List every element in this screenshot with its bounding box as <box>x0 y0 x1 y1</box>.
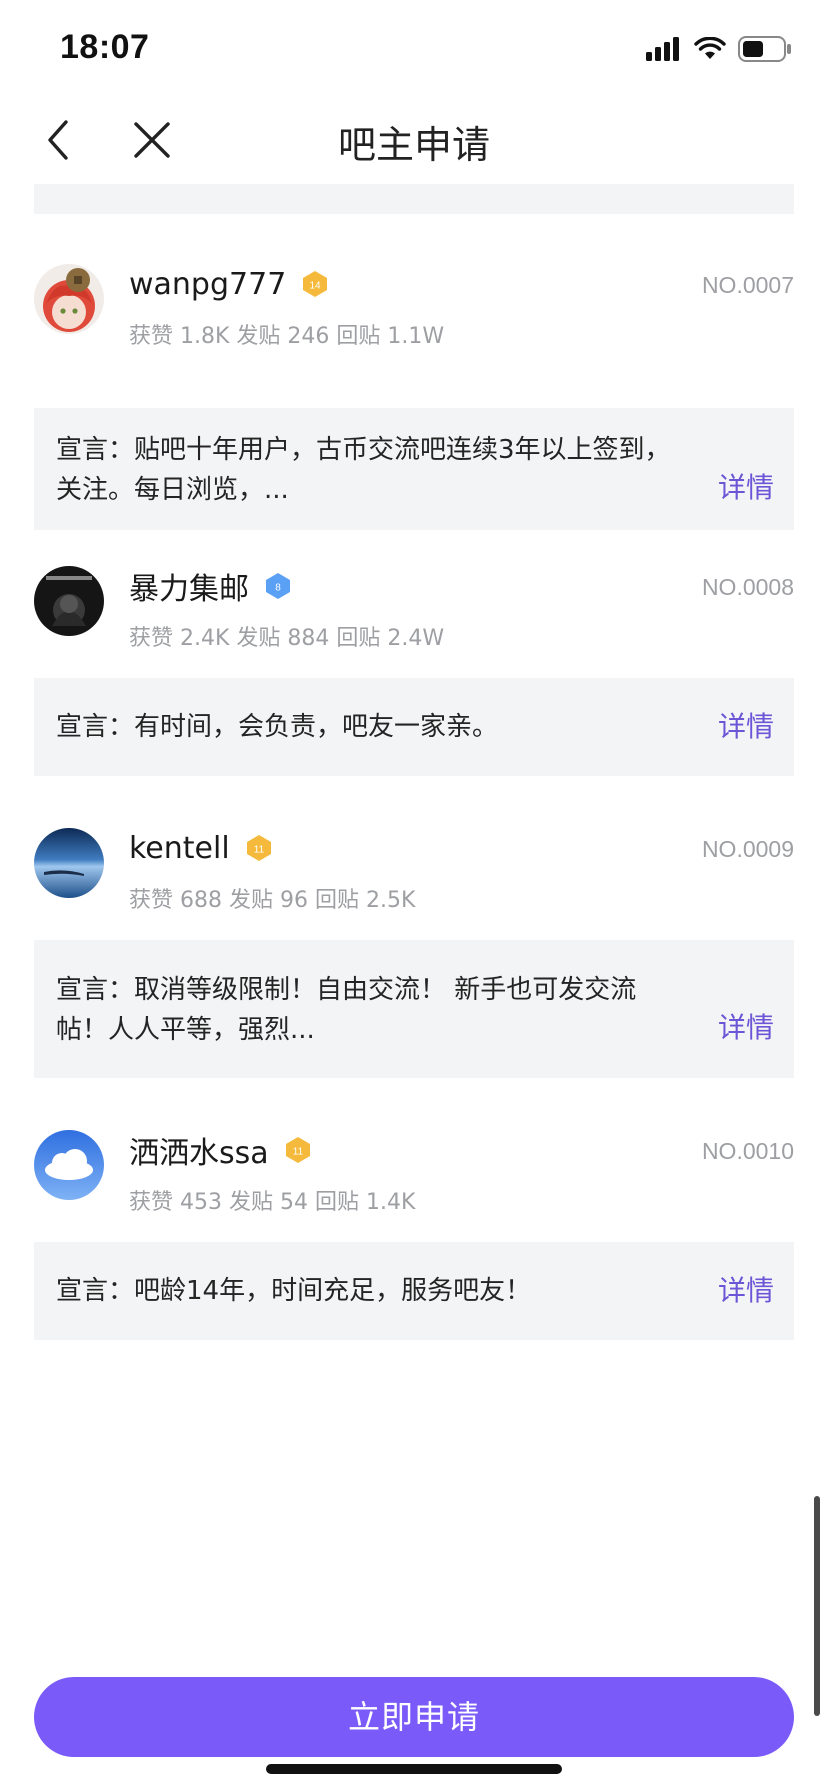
detail-link[interactable]: 详情 <box>718 707 774 747</box>
avatar-image <box>34 264 104 334</box>
cellular-signal-icon <box>646 37 679 61</box>
level-diamond-icon: 11 <box>246 835 271 861</box>
user-stats: 获赞 688 发贴 96 回贴 2.5K <box>129 888 416 913</box>
nav-bar: 吧主申请 <box>0 96 828 184</box>
level-diamond-icon: 11 <box>285 1137 310 1163</box>
declaration-box[interactable]: 宣言：贴吧十年用户，古币交流吧连续3年以上签到，关注。每日浏览，... 详情 <box>34 408 794 530</box>
avatar[interactable] <box>34 566 104 636</box>
detail-link[interactable]: 详情 <box>718 1271 774 1311</box>
level-badge: 11 <box>283 1135 313 1165</box>
level-number: 11 <box>253 845 264 856</box>
battery-icon <box>738 36 791 62</box>
name-row: kentell 11 <box>129 828 274 868</box>
avatar-image <box>34 1130 104 1200</box>
status-bar: 18:07 <box>0 0 828 96</box>
declaration-box[interactable]: 宣言：吧龄14年，时间充足，服务吧友！ 详情 <box>34 1242 794 1340</box>
username[interactable]: kentell <box>129 831 230 866</box>
level-gem-icon: 8 <box>266 573 290 599</box>
name-row: wanpg777 14 <box>129 264 330 304</box>
avatar-image <box>34 828 104 898</box>
application-number: NO.0007 <box>701 272 794 298</box>
declaration-text: 宣言：取消等级限制！自由交流！ 新手也可发交流帖！人人平等，强烈... <box>56 975 637 1045</box>
level-number: 11 <box>292 1147 303 1158</box>
level-badge: 11 <box>244 833 274 863</box>
application-number: NO.0009 <box>701 836 794 862</box>
previous-declaration-box <box>34 184 794 214</box>
level-number: 8 <box>275 583 281 594</box>
username[interactable]: wanpg777 <box>129 267 286 302</box>
user-stats: 获赞 453 发贴 54 回贴 1.4K <box>129 1190 416 1215</box>
name-row: 洒洒水ssa 11 <box>129 1128 313 1172</box>
application-number: NO.0010 <box>701 1138 794 1164</box>
detail-link[interactable]: 详情 <box>718 1008 774 1048</box>
name-row: 暴力集邮 8 <box>129 564 293 608</box>
avatar-image <box>34 566 104 636</box>
status-icons <box>646 34 792 64</box>
apply-now-button[interactable]: 立即申请 <box>34 1677 794 1757</box>
detail-link[interactable]: 详情 <box>718 468 774 508</box>
wifi-icon <box>694 37 726 59</box>
level-number: 14 <box>310 281 322 292</box>
level-diamond-icon: 14 <box>303 271 328 297</box>
application-number: NO.0008 <box>701 574 794 600</box>
username[interactable]: 洒洒水ssa <box>129 1128 269 1172</box>
declaration-text: 宣言：有时间，会负责，吧友一家亲。 <box>56 712 499 742</box>
avatar[interactable] <box>34 264 104 334</box>
user-stats: 获赞 1.8K 发贴 246 回贴 1.1W <box>129 324 445 349</box>
declaration-box[interactable]: 宣言：取消等级限制！自由交流！ 新手也可发交流帖！人人平等，强烈... 详情 <box>34 940 794 1078</box>
level-badge: 8 <box>263 571 293 601</box>
username[interactable]: 暴力集邮 <box>129 564 249 608</box>
page-title: 吧主申请 <box>337 123 490 167</box>
user-stats: 获赞 2.4K 发贴 884 回贴 2.4W <box>129 626 445 651</box>
avatar[interactable] <box>34 1130 104 1200</box>
status-time: 18:07 <box>60 28 150 66</box>
declaration-text: 宣言：吧龄14年，时间充足，服务吧友！ <box>56 1276 532 1306</box>
declaration-box[interactable]: 宣言：有时间，会负责，吧友一家亲。 详情 <box>34 678 794 776</box>
scrollbar[interactable] <box>814 1496 820 1716</box>
level-badge: 14 <box>300 269 330 299</box>
avatar[interactable] <box>34 828 104 898</box>
declaration-text: 宣言：贴吧十年用户，古币交流吧连续3年以上签到，关注。每日浏览，... <box>56 435 671 505</box>
home-indicator[interactable] <box>266 1764 562 1774</box>
